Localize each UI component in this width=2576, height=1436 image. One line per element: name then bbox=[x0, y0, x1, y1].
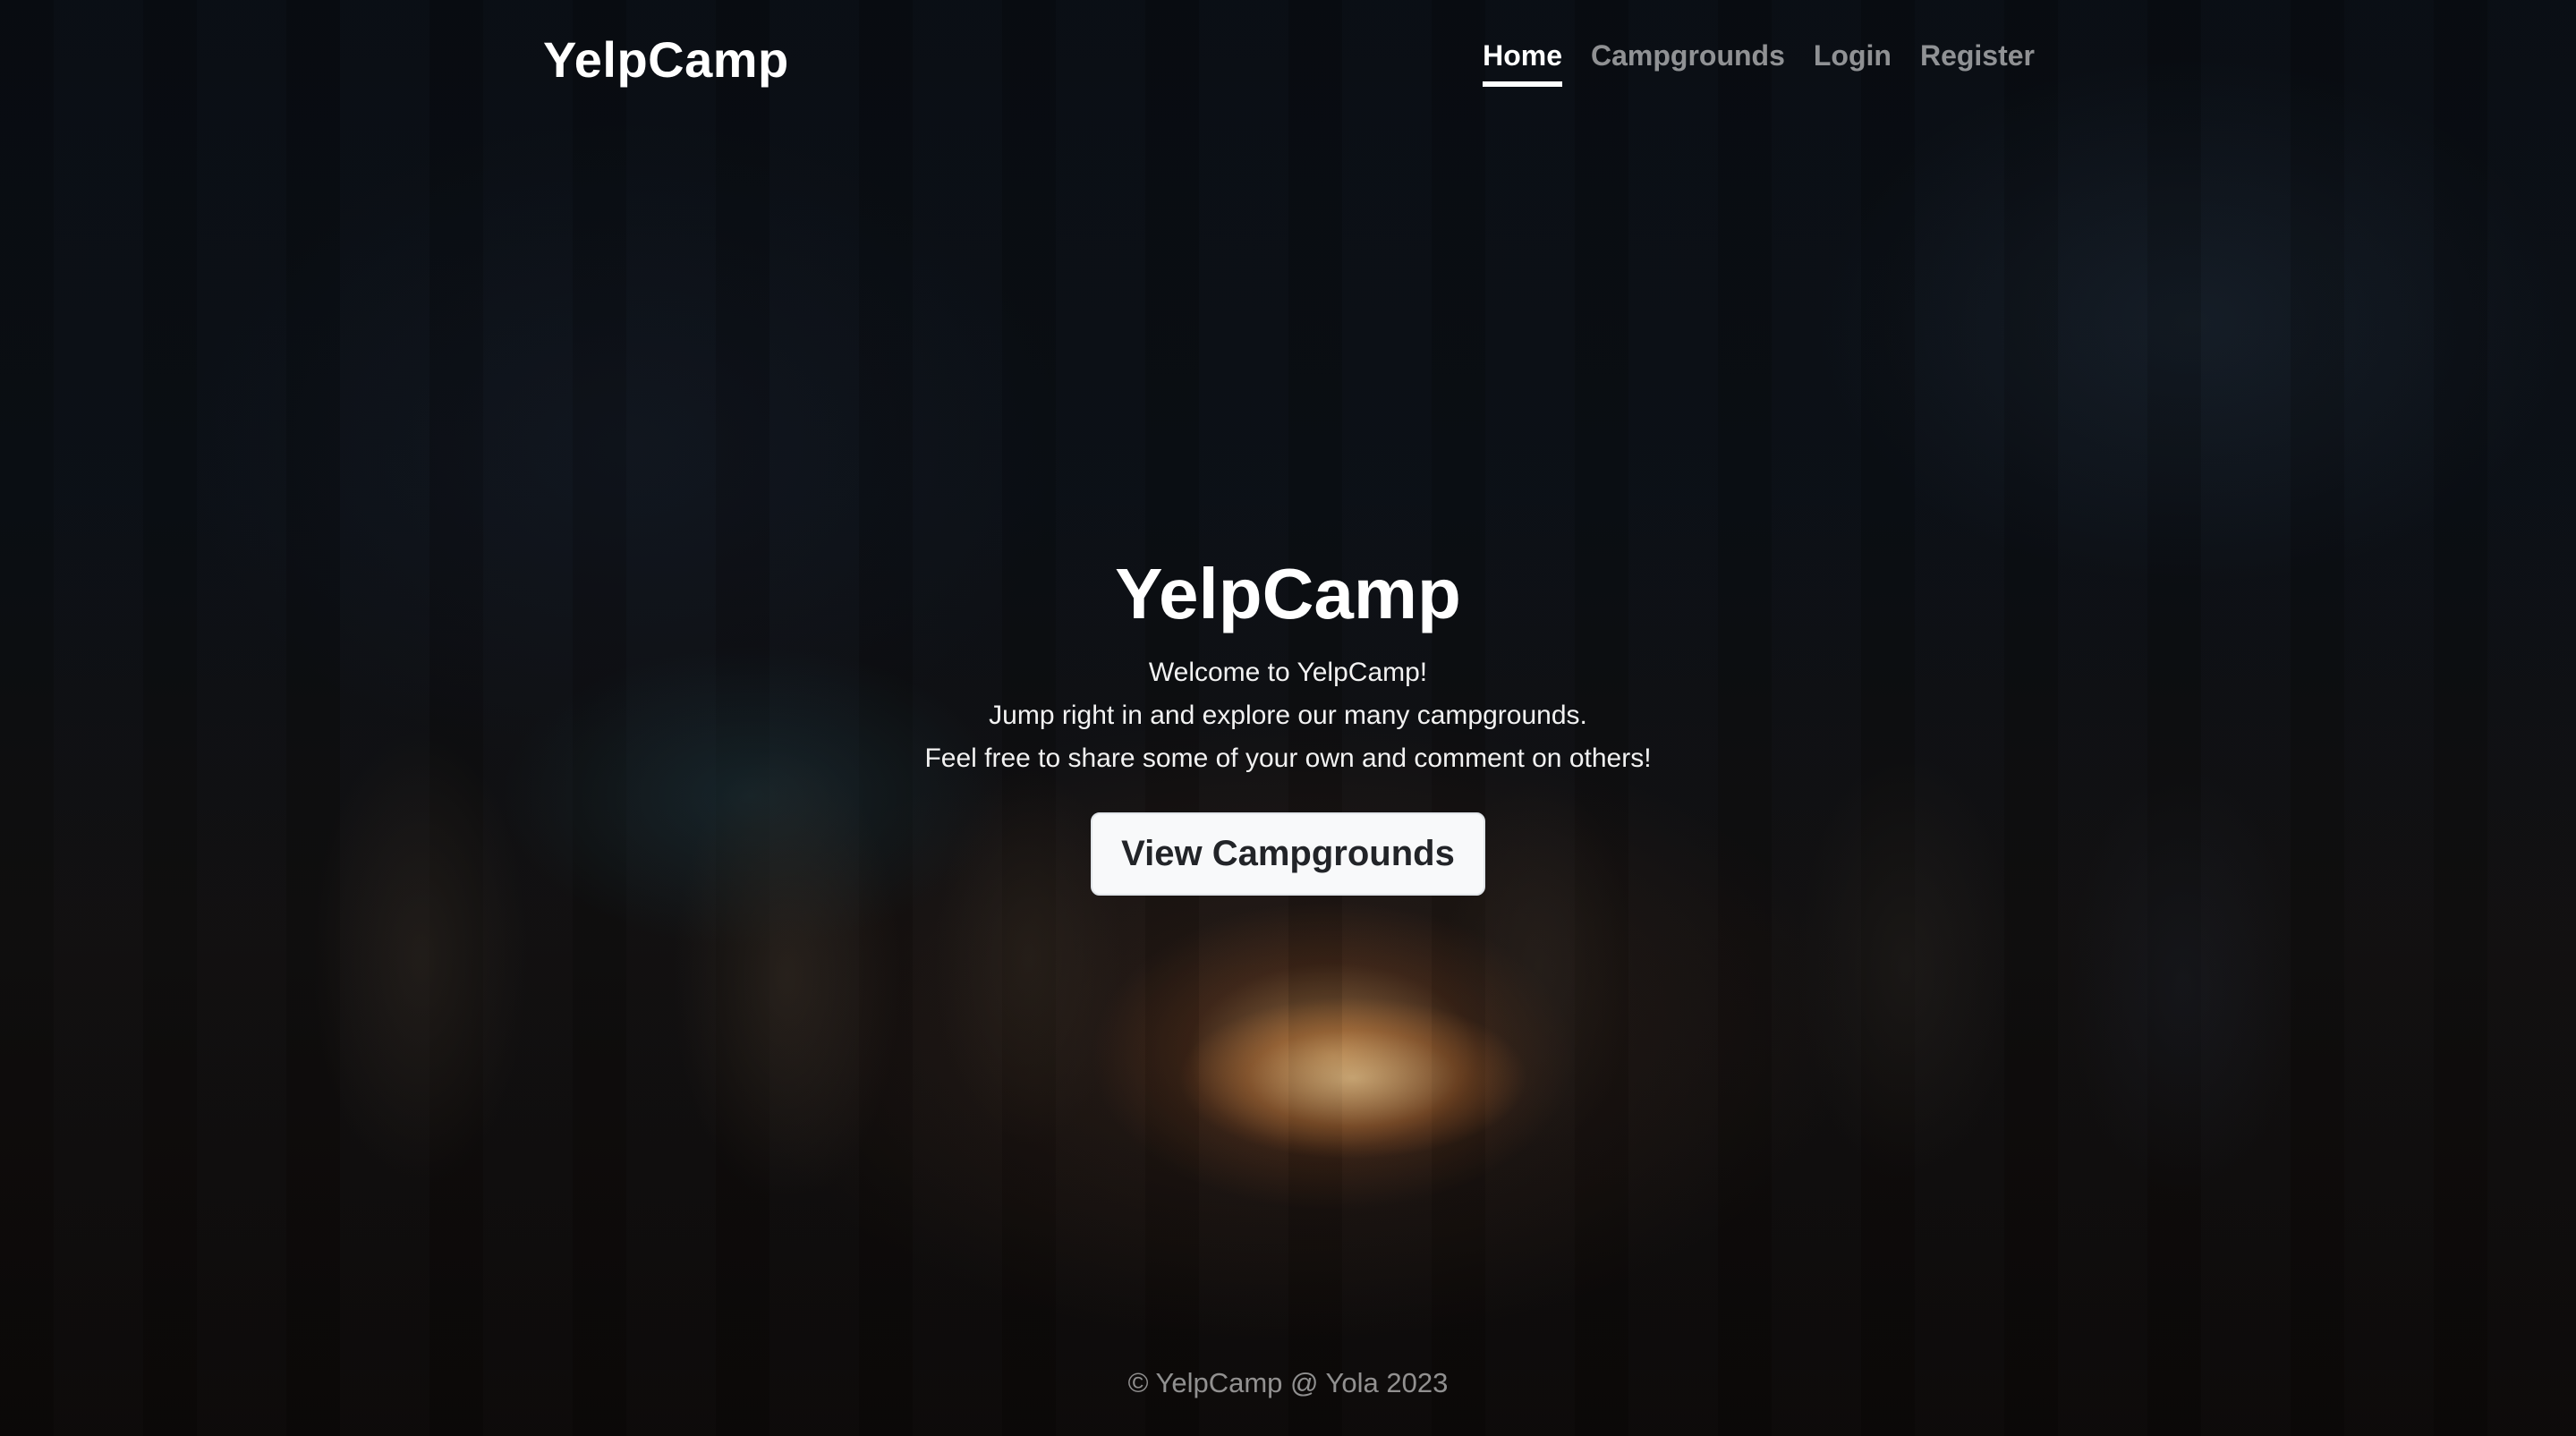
site-header: YelpCamp Home Campgrounds Login Register bbox=[0, 0, 2576, 125]
brand-logo[interactable]: YelpCamp bbox=[543, 30, 789, 89]
view-campgrounds-button[interactable]: View Campgrounds bbox=[1091, 812, 1485, 896]
campfire-glow bbox=[1127, 930, 1628, 1199]
nav-link-register[interactable]: Register bbox=[1920, 39, 2035, 81]
nav-link-campgrounds[interactable]: Campgrounds bbox=[1591, 39, 1785, 81]
site-footer: © YelpCamp @ Yola 2023 bbox=[0, 1367, 2576, 1399]
main-nav: Home Campgrounds Login Register bbox=[1483, 39, 2035, 87]
hero-section: YelpCamp Welcome to YelpCamp! Jump right… bbox=[0, 555, 2576, 896]
hero-share-text: Feel free to share some of your own and … bbox=[924, 743, 1652, 773]
hero-title: YelpCamp bbox=[1115, 554, 1461, 633]
nav-link-home[interactable]: Home bbox=[1483, 39, 1562, 87]
hero-welcome-text: Welcome to YelpCamp! bbox=[1148, 658, 1428, 687]
hero-explore-text: Jump right in and explore our many campg… bbox=[989, 701, 1587, 730]
nav-link-login[interactable]: Login bbox=[1814, 39, 1892, 81]
footer-copyright: © YelpCamp @ Yola 2023 bbox=[1127, 1367, 1449, 1398]
landing-page: YelpCamp Home Campgrounds Login Register… bbox=[0, 0, 2576, 1436]
